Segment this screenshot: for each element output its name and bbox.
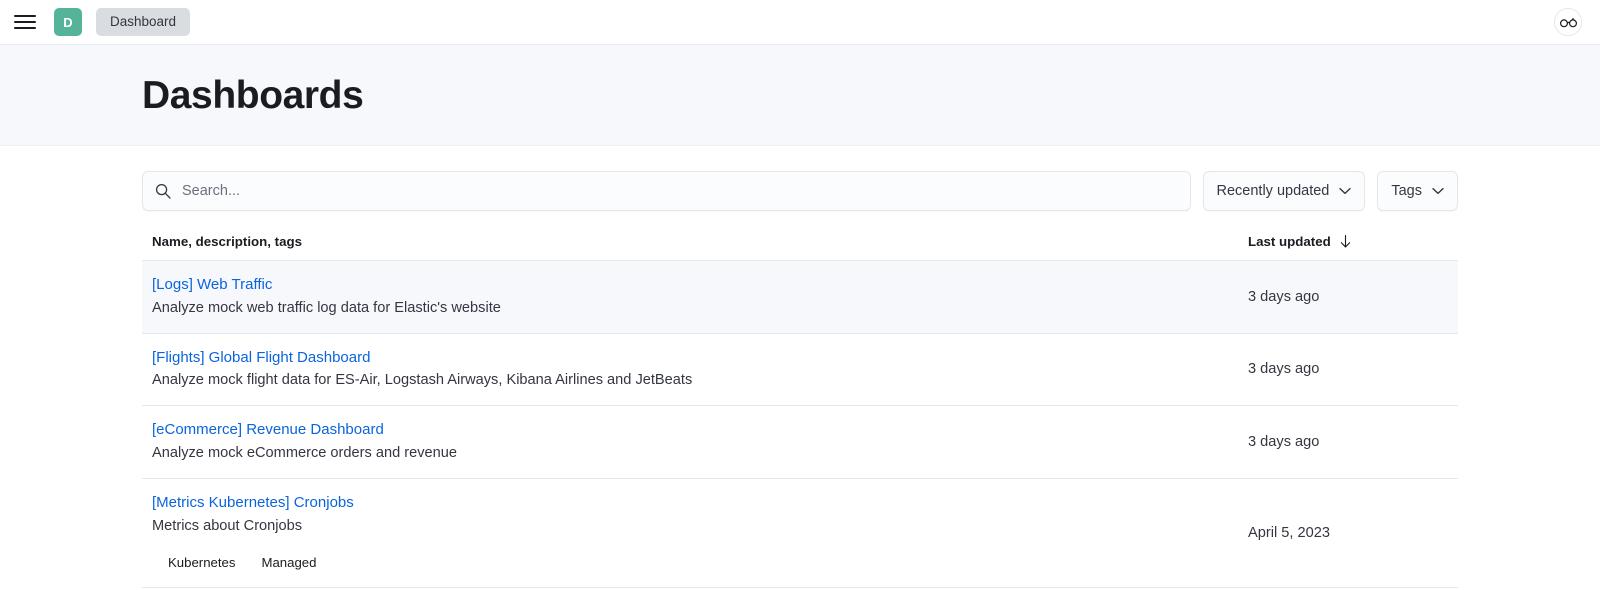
hamburger-line [14, 15, 36, 17]
last-updated-value: 3 days ago [1248, 361, 1320, 378]
page-title: Dashboards [142, 73, 364, 117]
dashboard-description: Metrics about Cronjobs [152, 517, 303, 534]
table-row[interactable]: [eCommerce] Revenue Dashboard Analyze moc… [142, 406, 1458, 479]
chevron-down-icon [1432, 187, 1444, 195]
dashboard-link[interactable]: [eCommerce] Revenue Dashboard [152, 419, 1248, 441]
search-placeholder: Search... [182, 183, 241, 199]
table-row-main: [eCommerce] Revenue Dashboard Analyze moc… [152, 406, 1248, 478]
top-navigation-bar: D Dashboard [0, 0, 1600, 45]
table-row[interactable]: [Flights] Global Flight Dashboard Analyze… [142, 334, 1458, 407]
breadcrumb-dashboard[interactable]: Dashboard [96, 7, 191, 37]
glasses-icon[interactable] [1554, 8, 1582, 36]
chevron-down-icon [1339, 187, 1352, 195]
arrow-down-icon [1340, 235, 1350, 248]
column-header-last-updated[interactable]: Last updated [1248, 234, 1448, 249]
top-bar-right-actions [1554, 8, 1582, 36]
filter-recently-updated-label: Recently updated [1216, 183, 1330, 199]
glasses-icon-svg [1559, 17, 1577, 27]
last-updated-value: 3 days ago [1248, 288, 1320, 305]
search-input[interactable]: Search... [142, 171, 1191, 211]
column-header-last-updated-label: Last updated [1248, 234, 1331, 249]
search-icon [155, 183, 171, 199]
table-header-row: Name, description, tags Last updated [142, 234, 1458, 261]
dashboard-link[interactable]: [Logs] Web Traffic [152, 274, 1248, 296]
table-row[interactable]: [Metrics Kubernetes] Cronjobs Metrics abo… [142, 479, 1458, 589]
dashboard-description: Analyze mock eCommerce orders and revenu… [152, 445, 457, 462]
hamburger-line [14, 21, 36, 23]
table-row-main: [Logs] Web Traffic Analyze mock web traff… [152, 261, 1248, 333]
filter-tags-label: Tags [1391, 183, 1422, 199]
app-logo-badge[interactable]: D [54, 8, 82, 36]
column-header-name: Name, description, tags [152, 234, 302, 249]
hamburger-menu-icon[interactable] [14, 11, 36, 33]
last-updated-value: 3 days ago [1248, 434, 1320, 451]
tag-badge[interactable]: Kubernetes [162, 552, 241, 574]
dashboard-link[interactable]: [Metrics Kubernetes] Cronjobs [152, 492, 1248, 514]
filter-recently-updated[interactable]: Recently updated [1202, 171, 1366, 211]
table-body: [Logs] Web Traffic Analyze mock web traff… [142, 261, 1458, 589]
dashboard-description: Analyze mock flight data for ES-Air, Log… [152, 372, 693, 389]
hamburger-line [14, 27, 36, 29]
filter-tags[interactable]: Tags [1377, 171, 1458, 211]
tag-badge[interactable]: Managed [255, 552, 322, 574]
table-row-main: [Metrics Kubernetes] Cronjobs Metrics abo… [152, 479, 1248, 587]
dashboard-link[interactable]: [Flights] Global Flight Dashboard [152, 347, 1248, 369]
page-header: Dashboards [0, 45, 1600, 146]
table-row-main: [Flights] Global Flight Dashboard Analyze… [152, 334, 1248, 406]
dashboard-description: Analyze mock web traffic log data for El… [152, 299, 501, 316]
search-and-filter-toolbar: Search... Recently updated Tags [142, 146, 1458, 211]
table-row[interactable]: [Logs] Web Traffic Analyze mock web traff… [142, 261, 1458, 334]
dashboards-table: Name, description, tags Last updated [Lo… [142, 234, 1458, 589]
main-content: Search... Recently updated Tags Name, de… [0, 146, 1600, 589]
last-updated-value: April 5, 2023 [1248, 524, 1330, 541]
tag-list: Kubernetes Managed [152, 552, 1248, 574]
